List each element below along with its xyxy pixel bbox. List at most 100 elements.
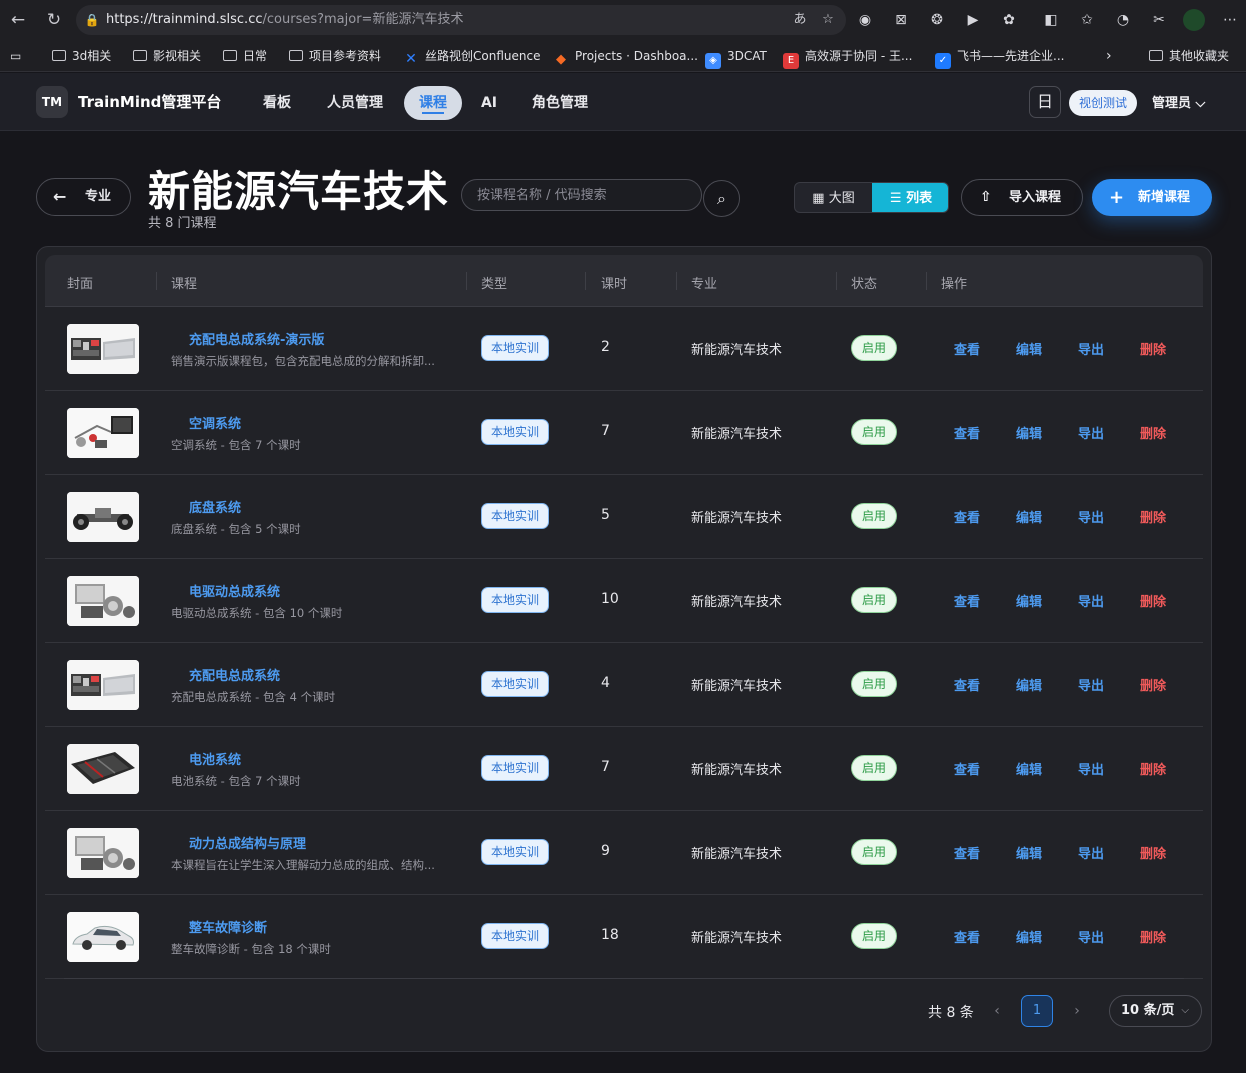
course-cover-image[interactable] — [67, 912, 139, 962]
user-menu[interactable]: 管理员 ⌵ — [1152, 92, 1205, 111]
calendar-button[interactable]: 日 — [1029, 86, 1061, 118]
extension-x-icon[interactable]: ⊠ — [889, 8, 913, 32]
nav-courses[interactable]: 课程 — [404, 86, 462, 120]
delete-button[interactable]: 删除 — [1140, 591, 1166, 610]
course-cover-image[interactable] — [67, 324, 139, 374]
export-button[interactable]: 导出 — [1078, 843, 1104, 862]
column-divider — [156, 272, 157, 290]
extension-media-icon[interactable]: ▶ — [961, 8, 985, 32]
export-button[interactable]: 导出 — [1078, 591, 1104, 610]
next-page-icon[interactable]: › — [1067, 1000, 1087, 1022]
nav-dashboard[interactable]: 看板 — [250, 86, 304, 120]
delete-button[interactable]: 删除 — [1140, 675, 1166, 694]
edit-button[interactable]: 编辑 — [1016, 423, 1042, 442]
back-arrow-icon[interactable]: ← — [6, 8, 30, 32]
course-cover-image[interactable] — [67, 744, 139, 794]
url-text[interactable]: https://trainmind.slsc.cc/courses?major=… — [106, 5, 463, 35]
export-button[interactable]: 导出 — [1078, 759, 1104, 778]
app-logo[interactable]: TM — [36, 86, 68, 118]
bookmark-link[interactable]: ✓ 飞书——先进企业... — [935, 46, 1064, 69]
edit-button[interactable]: 编辑 — [1016, 339, 1042, 358]
view-list-button[interactable]: ☰ 列表 — [872, 183, 948, 212]
table-row: 电池系统 电池系统 - 包含 7 个课时 本地实训 7 新能源汽车技术 启用 查看 编辑 导出 删… — [45, 727, 1203, 811]
export-button[interactable]: 导出 — [1078, 507, 1104, 526]
export-button[interactable]: 导出 — [1078, 675, 1104, 694]
prev-page-icon[interactable]: ‹ — [987, 1000, 1007, 1022]
export-button[interactable]: 导出 — [1078, 927, 1104, 946]
extension-eyes-icon[interactable]: ◉ — [853, 8, 877, 32]
delete-button[interactable]: 删除 — [1140, 507, 1166, 526]
course-name-link[interactable]: 底盘系统 — [189, 497, 241, 516]
view-button[interactable]: 查看 — [954, 759, 980, 778]
extension-owl-icon[interactable]: ❂ — [925, 8, 949, 32]
delete-button[interactable]: 删除 — [1140, 423, 1166, 442]
bookmarks-overflow-chevron-icon[interactable]: › — [1106, 46, 1112, 66]
course-cover-image[interactable] — [67, 828, 139, 878]
course-name-link[interactable]: 动力总成结构与原理 — [189, 833, 306, 852]
profile-avatar-icon[interactable] — [1182, 8, 1206, 32]
bookmark-folder[interactable]: 日常 — [223, 46, 267, 66]
nav-role-management[interactable]: 角色管理 — [524, 86, 596, 120]
screenshot-icon[interactable]: ✂ — [1147, 8, 1171, 32]
course-name-link[interactable]: 充配电总成系统-演示版 — [189, 329, 324, 348]
delete-button[interactable]: 删除 — [1140, 843, 1166, 862]
bookmark-link[interactable]: ✕ 丝路视创Confluence — [403, 46, 540, 67]
course-name-link[interactable]: 整车故障诊断 — [189, 917, 267, 936]
export-button[interactable]: 导出 — [1078, 423, 1104, 442]
edit-button[interactable]: 编辑 — [1016, 927, 1042, 946]
bookmark-folder[interactable]: 3d相关 — [52, 46, 111, 66]
bookmark-link[interactable]: ◈ 3DCAT — [705, 46, 767, 69]
course-cover-image[interactable] — [67, 408, 139, 458]
bookmark-folder[interactable]: 影视相关 — [133, 46, 201, 66]
course-name-link[interactable]: 电驱动总成系统 — [189, 581, 280, 600]
favorites-icon[interactable]: ✩ — [1075, 8, 1099, 32]
page-1-button[interactable]: 1 — [1021, 995, 1053, 1027]
delete-button[interactable]: 删除 — [1140, 759, 1166, 778]
back-to-major-button[interactable]: ← 专业 — [36, 178, 131, 216]
bookmark-link[interactable]: ◆ Projects · Dashboa... — [553, 46, 698, 67]
course-name-link[interactable]: 充配电总成系统 — [189, 665, 280, 684]
delete-button[interactable]: 删除 — [1140, 339, 1166, 358]
sidebar-toggle-icon[interactable]: ▭ — [10, 46, 21, 66]
edit-button[interactable]: 编辑 — [1016, 591, 1042, 610]
view-button[interactable]: 查看 — [954, 423, 980, 442]
course-search-input[interactable] — [461, 179, 702, 211]
course-cover-image[interactable] — [67, 660, 139, 710]
course-name-link[interactable]: 电池系统 — [189, 749, 241, 768]
delete-button[interactable]: 删除 — [1140, 927, 1166, 946]
favorite-star-icon[interactable]: ☆ — [818, 10, 838, 30]
bookmark-link[interactable]: E 高效源于协同 - 王... — [783, 46, 912, 69]
history-icon[interactable]: ◔ — [1111, 8, 1135, 32]
view-button[interactable]: 查看 — [954, 927, 980, 946]
view-button[interactable]: 查看 — [954, 507, 980, 526]
edit-button[interactable]: 编辑 — [1016, 675, 1042, 694]
edit-button[interactable]: 编辑 — [1016, 759, 1042, 778]
bookmark-folder[interactable]: 项目参考资料 — [289, 46, 381, 66]
nav-ai[interactable]: AI — [474, 86, 504, 120]
other-bookmarks-folder[interactable]: 其他收藏夹 — [1149, 46, 1229, 66]
extensions-puzzle-icon[interactable]: ✿ — [997, 8, 1021, 32]
search-button[interactable]: ⌕ — [703, 180, 740, 217]
reload-icon[interactable]: ↻ — [42, 8, 66, 32]
lock-icon[interactable]: 🔒 — [83, 11, 101, 29]
view-button[interactable]: 查看 — [954, 591, 980, 610]
view-grid-button[interactable]: ▦ 大图 — [795, 183, 872, 212]
add-course-button[interactable]: + 新增课程 — [1092, 179, 1212, 216]
nav-user-management[interactable]: 人员管理 — [320, 86, 390, 120]
view-button[interactable]: 查看 — [954, 339, 980, 358]
view-button[interactable]: 查看 — [954, 843, 980, 862]
split-screen-icon[interactable]: ◧ — [1039, 8, 1063, 32]
export-button[interactable]: 导出 — [1078, 339, 1104, 358]
translate-icon[interactable]: あ — [790, 10, 810, 30]
edit-button[interactable]: 编辑 — [1016, 843, 1042, 862]
address-bar[interactable]: 🔒 https://trainmind.slsc.cc/courses?majo… — [76, 5, 846, 35]
import-course-button[interactable]: ⇧ 导入课程 — [961, 179, 1083, 216]
view-button[interactable]: 查看 — [954, 675, 980, 694]
course-cover-image[interactable] — [67, 576, 139, 626]
more-menu-icon[interactable]: ⋯ — [1218, 8, 1242, 32]
course-name-link[interactable]: 空调系统 — [189, 413, 241, 432]
page-size-select[interactable]: 10 条/页 ⌵ — [1109, 995, 1202, 1027]
course-cover-image[interactable] — [67, 492, 139, 542]
edit-button[interactable]: 编辑 — [1016, 507, 1042, 526]
chevron-down-icon: ⌵ — [1195, 96, 1206, 111]
